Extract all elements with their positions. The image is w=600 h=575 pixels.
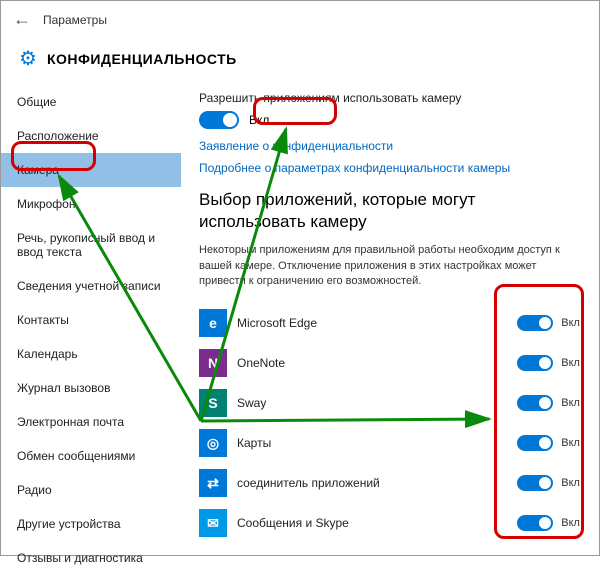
sidebar-item-10[interactable]: Обмен сообщениями [1, 439, 181, 473]
app-icon: S [199, 389, 227, 417]
choose-apps-title: Выбор приложений, которые могут использо… [199, 189, 583, 233]
allow-apps-label: Разрешить приложениям использовать камер… [199, 91, 583, 105]
sidebar-item-3[interactable]: Микрофон [1, 187, 181, 221]
app-name-label: Microsoft Edge [237, 316, 507, 330]
app-row-1: N OneNote Вкл. [199, 343, 583, 383]
app-row-2: S Sway Вкл. [199, 383, 583, 423]
app-toggle-label: Вкл. [561, 517, 583, 529]
app-row-5: ✉ Сообщения и Skype Вкл. [199, 503, 583, 543]
sidebar-item-11[interactable]: Радио [1, 473, 181, 507]
app-toggle[interactable] [517, 515, 553, 531]
app-name-label: Карты [237, 436, 507, 450]
sidebar-item-1[interactable]: Расположение [1, 119, 181, 153]
app-icon: ◎ [199, 429, 227, 457]
sidebar-item-2[interactable]: Камера [1, 153, 181, 187]
master-toggle-label: Вкл. [249, 113, 273, 127]
sidebar-item-9[interactable]: Электронная почта [1, 405, 181, 439]
sidebar: ОбщиеРасположениеКамераМикрофонРечь, рук… [1, 85, 181, 564]
gear-icon: ⚙ [19, 46, 37, 71]
app-toggle[interactable] [517, 475, 553, 491]
sidebar-item-7[interactable]: Календарь [1, 337, 181, 371]
app-name-label: Сообщения и Skype [237, 516, 507, 530]
app-toggle[interactable] [517, 355, 553, 371]
sidebar-item-6[interactable]: Контакты [1, 303, 181, 337]
app-row-0: e Microsoft Edge Вкл. [199, 303, 583, 343]
app-toggle[interactable] [517, 435, 553, 451]
camera-privacy-details-link[interactable]: Подробнее о параметрах конфиденциальност… [199, 161, 583, 175]
sidebar-item-0[interactable]: Общие [1, 85, 181, 119]
app-name-label: соединитель приложений [237, 476, 507, 490]
app-toggle-label: Вкл. [561, 317, 583, 329]
header-title: Параметры [43, 13, 107, 27]
app-toggle[interactable] [517, 315, 553, 331]
privacy-statement-link[interactable]: Заявление о конфиденциальности [199, 139, 583, 153]
sidebar-item-5[interactable]: Сведения учетной записи [1, 269, 181, 303]
choose-apps-desc: Некоторым приложениям для правильной раб… [199, 243, 583, 289]
main-panel: Разрешить приложениям использовать камер… [181, 85, 599, 564]
sidebar-item-12[interactable]: Другие устройства [1, 507, 181, 541]
back-arrow-icon[interactable]: ← [13, 9, 31, 30]
app-icon: e [199, 309, 227, 337]
app-row-3: ◎ Карты Вкл. [199, 423, 583, 463]
app-row-4: ⇄ соединитель приложений Вкл. [199, 463, 583, 503]
page-title: КОНФИДЕНЦИАЛЬНОСТЬ [47, 51, 237, 67]
app-name-label: OneNote [237, 356, 507, 370]
sidebar-item-13[interactable]: Отзывы и диагностика [1, 541, 181, 575]
app-icon: N [199, 349, 227, 377]
app-icon: ✉ [199, 509, 227, 537]
master-toggle[interactable] [199, 111, 239, 129]
app-toggle[interactable] [517, 395, 553, 411]
app-list: e Microsoft Edge Вкл. N OneNote Вкл. S Sway Вкл.… [199, 303, 583, 543]
sidebar-item-8[interactable]: Журнал вызовов [1, 371, 181, 405]
app-toggle-label: Вкл. [561, 437, 583, 449]
app-toggle-label: Вкл. [561, 477, 583, 489]
app-name-label: Sway [237, 396, 507, 410]
app-toggle-label: Вкл. [561, 397, 583, 409]
app-icon: ⇄ [199, 469, 227, 497]
app-toggle-label: Вкл. [561, 357, 583, 369]
sidebar-item-4[interactable]: Речь, рукописный ввод и ввод текста [1, 221, 181, 269]
